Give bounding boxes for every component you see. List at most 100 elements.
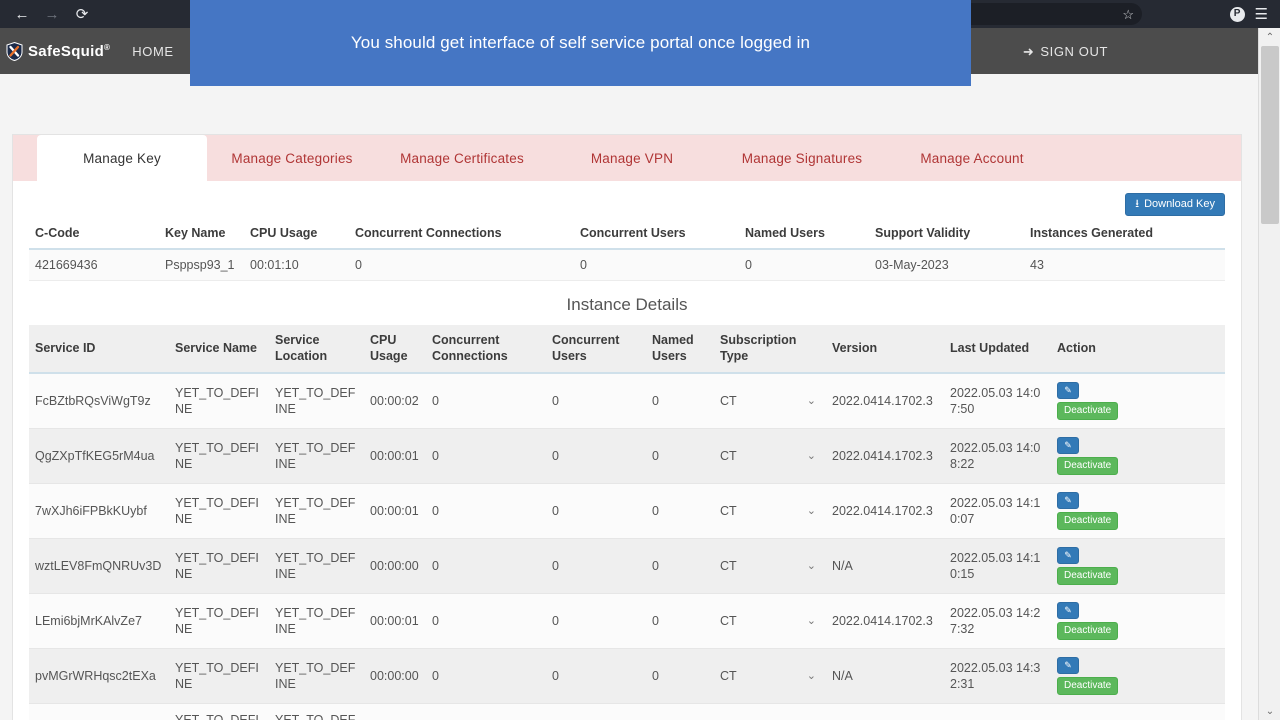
table-row: pvMGrWRHqsc2tEXaYET_TO_DEFINEYET_TO_DEFI… — [29, 649, 1225, 704]
deactivate-button[interactable]: Deactivate — [1057, 622, 1118, 640]
key-cell-named-users: 0 — [739, 249, 869, 281]
table-row: LEmi6bjMrKAlvZe7YET_TO_DEFINEYET_TO_DEFI… — [29, 594, 1225, 649]
key-col-c-code: C-Code — [29, 222, 159, 249]
edit-button[interactable]: ✎ — [1057, 492, 1079, 509]
profile-icon[interactable]: P — [1230, 7, 1245, 22]
deactivate-button[interactable]: Deactivate — [1057, 457, 1118, 475]
download-key-button[interactable]: ⭳ Download Key — [1125, 193, 1225, 216]
instance-cell-named-users: 0 — [646, 539, 714, 594]
chevron-down-icon[interactable]: ⌄ — [807, 506, 816, 517]
instance-cell-named-users: 0 — [646, 594, 714, 649]
tab-manage-key[interactable]: Manage Key — [37, 135, 207, 181]
inst-col-subscription-type: Subscription Type — [714, 325, 826, 373]
key-table-header-row: C-Code Key Name CPU Usage Concurrent Con… — [29, 222, 1225, 249]
key-col-cpu-usage: CPU Usage — [244, 222, 349, 249]
instance-cell-subscription-type[interactable]: CT ⌄ — [714, 373, 826, 429]
inst-col-concurrent-connections: Concurrent Connections — [426, 325, 546, 373]
brand-logo[interactable]: SafeSquid® — [0, 42, 110, 61]
instance-cell-named-users — [646, 704, 714, 720]
inst-col-last-updated: Last Updated — [944, 325, 1051, 373]
signout-icon: ➜ — [1023, 45, 1035, 58]
inst-col-concurrent-users: Concurrent Users — [546, 325, 646, 373]
pencil-icon: ✎ — [1064, 606, 1072, 615]
key-col-concurrent-users: Concurrent Users — [574, 222, 739, 249]
instance-cell-action: ✎ Deactivate — [1051, 649, 1225, 704]
instance-cell-service-name: YET_TO_DEFINE — [169, 594, 269, 649]
pencil-icon: ✎ — [1064, 551, 1072, 560]
pencil-icon: ✎ — [1064, 386, 1072, 395]
chevron-down-icon[interactable]: ⌄ — [807, 561, 816, 572]
key-col-key-name: Key Name — [159, 222, 244, 249]
instance-cell-concurrent-users: 0 — [546, 484, 646, 539]
scrollbar-down-arrow-icon[interactable]: ⌄ — [1259, 702, 1280, 720]
instance-cell-action: ✎ Deactivate — [1051, 373, 1225, 429]
tab-manage-vpn[interactable]: Manage VPN — [547, 135, 717, 181]
instance-cell-last-updated: 2022.05.03 14:32:31 — [944, 649, 1051, 704]
edit-button[interactable]: ✎ — [1057, 547, 1079, 564]
instance-cell-subscription-type[interactable]: CT⌄ — [714, 429, 826, 484]
pencil-icon: ✎ — [1064, 661, 1072, 670]
key-col-concurrent-connections: Concurrent Connections — [349, 222, 574, 249]
instance-cell-version: N/A — [826, 649, 944, 704]
instance-cell-subscription-type[interactable]: CT ⌄ — [714, 484, 826, 539]
tab-manage-signatures[interactable]: Manage Signatures — [717, 135, 887, 181]
tab-manage-certificates[interactable]: Manage Certificates — [377, 135, 547, 181]
instance-cell-concurrent-users: 0 — [546, 429, 646, 484]
instance-cell-last-updated: 2022.05.03 14:08:22 — [944, 429, 1051, 484]
chevron-down-icon[interactable]: ⌄ — [807, 616, 816, 627]
deactivate-button[interactable]: Deactivate — [1057, 402, 1118, 420]
bookmark-star-icon[interactable]: ☆ — [1122, 8, 1134, 21]
instance-cell-cpu-usage: 00:00:00 — [364, 539, 426, 594]
instance-cell-cpu-usage: 00:00:01 — [364, 429, 426, 484]
table-row: 7wXJh6iFPBkKUybfYET_TO_DEFINEYET_TO_DEFI… — [29, 484, 1225, 539]
instance-cell-subscription-type[interactable]: CT ⌄ — [714, 539, 826, 594]
deactivate-button[interactable]: Deactivate — [1057, 677, 1118, 695]
edit-button[interactable]: ✎ — [1057, 602, 1079, 619]
instance-cell-named-users: 0 — [646, 649, 714, 704]
table-row: wztLEV8FmQNRUv3DYET_TO_DEFINEYET_TO_DEFI… — [29, 539, 1225, 594]
tab-manage-account[interactable]: Manage Account — [887, 135, 1057, 181]
key-cell-cpu-usage: 00:01:10 — [244, 249, 349, 281]
key-cell-support-validity: 03-May-2023 — [869, 249, 1024, 281]
instance-cell-concurrent-users: 0 — [546, 539, 646, 594]
scrollbar-up-arrow-icon[interactable]: ⌃ — [1259, 28, 1280, 46]
forward-icon[interactable]: → — [38, 2, 66, 26]
instance-cell-service-location: YET_TO_DEFINE — [269, 594, 364, 649]
chevron-down-icon[interactable]: ⌄ — [807, 671, 816, 682]
scrollbar-thumb[interactable] — [1261, 46, 1279, 224]
instance-cell-service-name: YET_TO_DEFINE — [169, 539, 269, 594]
deactivate-button[interactable]: Deactivate — [1057, 512, 1118, 530]
instance-cell-subscription-type[interactable] — [714, 704, 826, 720]
instance-cell-action: ✎ Deactivate — [1051, 484, 1225, 539]
instance-cell-subscription-type[interactable]: CT⌄ — [714, 594, 826, 649]
instance-cell-service-location: YET_TO_DEFINE — [269, 484, 364, 539]
edit-button[interactable]: ✎ — [1057, 657, 1079, 674]
instance-cell-subscription-type[interactable]: CT⌄ — [714, 649, 826, 704]
edit-button[interactable]: ✎ — [1057, 382, 1079, 399]
nav-item-home[interactable]: HOME — [132, 44, 173, 59]
nav-item-signout[interactable]: ➜ SIGN OUT — [1023, 28, 1108, 74]
browser-menu-icon[interactable]: ☰ — [1255, 7, 1268, 22]
instance-cell-service-name: YET_TO_DEFINE — [169, 704, 269, 720]
inst-col-version: Version — [826, 325, 944, 373]
page-scrollbar[interactable]: ⌃ ⌄ — [1258, 28, 1280, 720]
back-icon[interactable]: ← — [8, 2, 36, 26]
instance-cell-named-users: 0 — [646, 484, 714, 539]
instance-cell-action: ✎ Deactivate — [1051, 594, 1225, 649]
instance-cell-service-name: YET_TO_DEFINE — [169, 484, 269, 539]
overlay-text: You should get interface of self service… — [351, 33, 810, 53]
subscription-type-value: CT — [720, 503, 737, 519]
deactivate-button[interactable]: Deactivate — [1057, 567, 1118, 585]
chevron-down-icon[interactable]: ⌄ — [807, 396, 816, 407]
instance-details-title: Instance Details — [29, 281, 1225, 325]
tab-manage-categories[interactable]: Manage Categories — [207, 135, 377, 181]
subscription-type-value: CT — [720, 558, 737, 574]
table-row: FcBZtbRQsViWgT9zYET_TO_DEFINEYET_TO_DEFI… — [29, 373, 1225, 429]
instance-cell-version: 2022.0414.1702.3 — [826, 594, 944, 649]
instance-cell-cpu-usage: 00:00:02 — [364, 373, 426, 429]
instance-cell-service-location: YET_TO_DEFINE — [269, 704, 364, 720]
reload-icon[interactable]: ⟳ — [68, 2, 96, 26]
chevron-down-icon[interactable]: ⌄ — [807, 451, 816, 462]
edit-button[interactable]: ✎ — [1057, 437, 1079, 454]
subscription-type-value: CT — [720, 393, 737, 409]
